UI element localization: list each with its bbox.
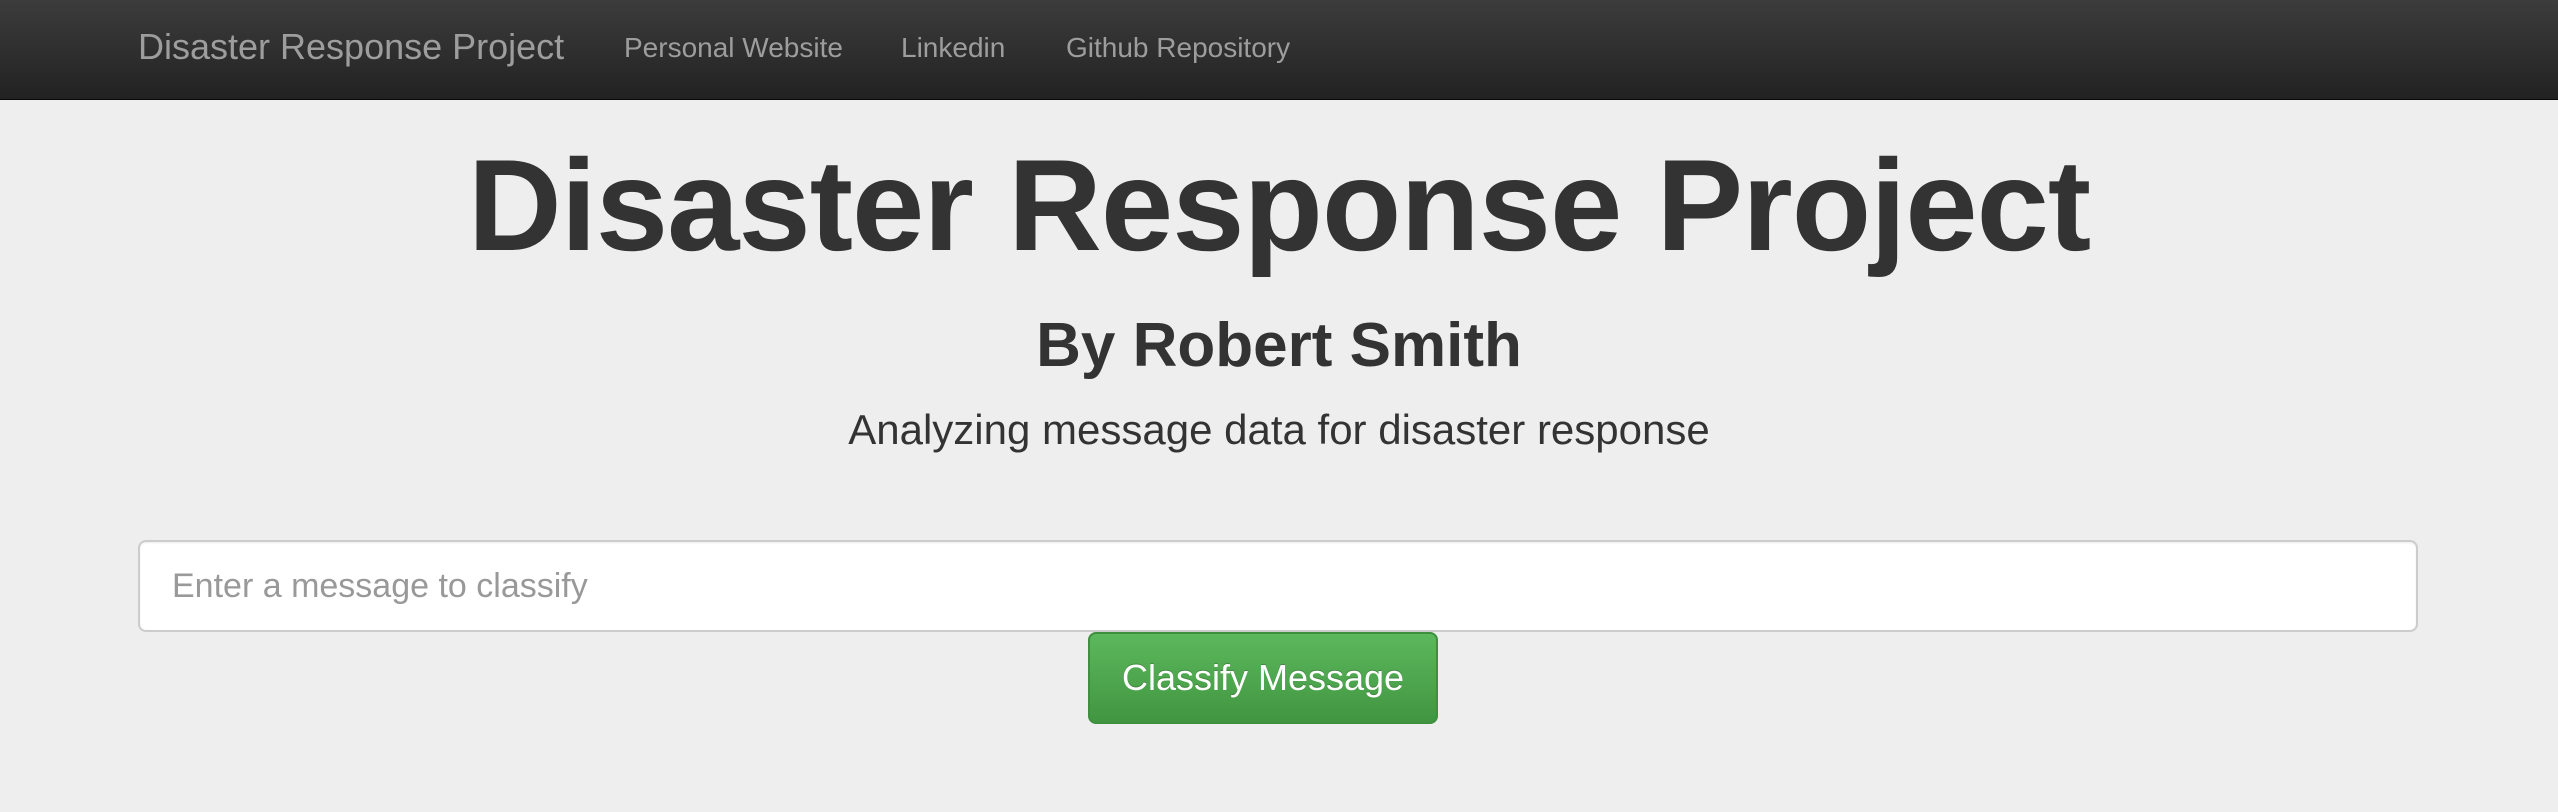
page-title: Disaster Response Project bbox=[467, 132, 2091, 278]
classify-message-button[interactable]: Classify Message bbox=[1088, 632, 1438, 724]
author-heading: By Robert Smith bbox=[1036, 311, 1522, 380]
nav-link-personal-website[interactable]: Personal Website bbox=[624, 32, 843, 64]
nav-link-linkedin[interactable]: Linkedin bbox=[901, 32, 1005, 64]
navbar-brand-link[interactable]: Disaster Response Project bbox=[138, 26, 564, 68]
nav-link-github-repository[interactable]: Github Repository bbox=[1066, 32, 1290, 64]
page-subtitle: Analyzing message data for disaster resp… bbox=[848, 406, 1710, 453]
message-input[interactable] bbox=[138, 540, 2418, 632]
top-navbar: Disaster Response Project Personal Websi… bbox=[0, 0, 2558, 100]
